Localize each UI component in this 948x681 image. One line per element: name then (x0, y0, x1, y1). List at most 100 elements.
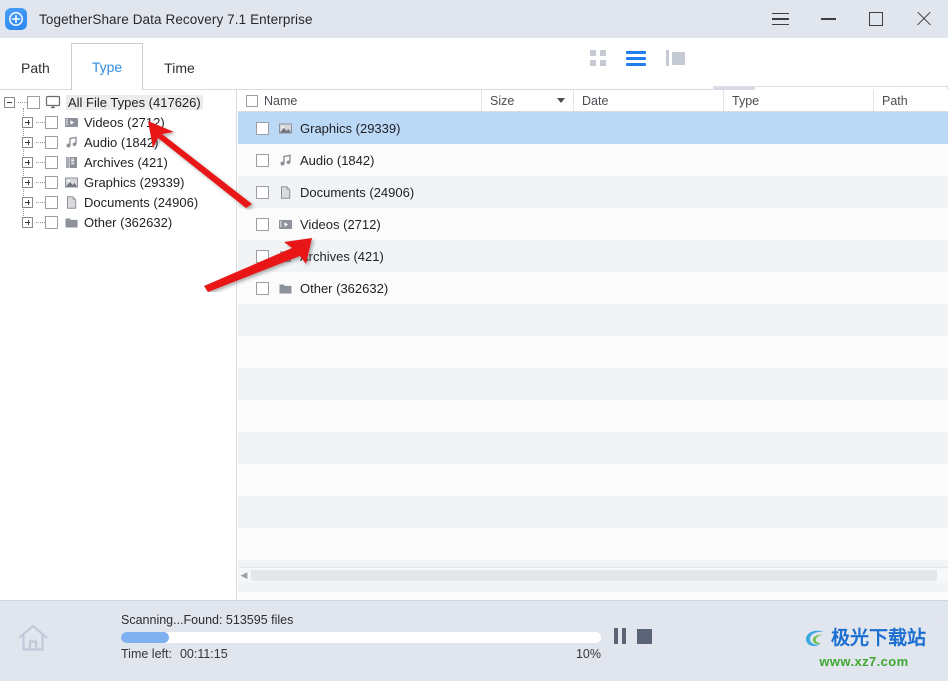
column-header-date[interactable]: Date (574, 90, 724, 111)
tree-connector (36, 181, 45, 183)
tree-connector (36, 221, 45, 223)
tree-checkbox[interactable] (45, 215, 58, 229)
watermark-url: www.xz7.com (819, 653, 909, 669)
tree-node-videos[interactable]: Videos (2712) (0, 112, 236, 132)
tree-node-label: Other (362632) (84, 214, 173, 230)
watermark-top: 极光下载站 (802, 626, 926, 652)
file-list-header: Name Size Date Type Path (238, 90, 948, 112)
tree-checkbox[interactable] (45, 115, 58, 129)
expand-toggle-icon[interactable] (22, 156, 33, 168)
tree-checkbox[interactable] (45, 135, 58, 149)
column-header-name[interactable]: Name (238, 90, 482, 111)
image-icon (63, 174, 79, 190)
column-header-size-label: Size (490, 93, 515, 108)
scroll-left-icon[interactable]: ◀ (238, 570, 250, 581)
document-icon (63, 194, 79, 210)
tree-connector (36, 121, 45, 123)
row-name-label: Audio (1842) (300, 152, 375, 168)
tab-type-label: Type (91, 59, 123, 75)
archive-icon (277, 248, 293, 264)
tree-node-label: Graphics (29339) (84, 174, 185, 190)
tree-checkbox[interactable] (45, 195, 58, 209)
row-checkbox[interactable] (256, 249, 269, 263)
column-header-date-label: Date (582, 93, 609, 108)
tab-type[interactable]: Type (70, 43, 144, 91)
column-header-type[interactable]: Type (724, 90, 874, 111)
table-row[interactable]: Archives (421) (238, 240, 948, 272)
expand-toggle-icon[interactable] (22, 136, 33, 148)
row-checkbox[interactable] (256, 185, 269, 199)
empty-row (238, 336, 948, 368)
tree-node-other[interactable]: Other (362632) (0, 212, 236, 232)
tab-time[interactable]: Time (143, 44, 216, 90)
empty-row (238, 528, 948, 560)
table-row[interactable]: Documents (24906) (238, 176, 948, 208)
row-checkbox[interactable] (256, 153, 269, 167)
table-row[interactable]: Graphics (29339) (238, 112, 948, 144)
expand-toggle-icon[interactable] (22, 216, 33, 228)
watermark-text: 极光下载站 (830, 627, 926, 649)
empty-row (238, 432, 948, 464)
home-icon[interactable] (16, 621, 50, 660)
horizontal-scrollbar[interactable]: ◀ (238, 567, 948, 582)
table-row[interactable]: Audio (1842) (238, 144, 948, 176)
tab-path[interactable]: Path (0, 44, 71, 90)
progress-percent-label: 10% (575, 647, 601, 661)
tab-group: Path Type Time (0, 38, 216, 91)
column-header-size[interactable]: Size (482, 90, 574, 111)
collapse-toggle-icon[interactable] (4, 96, 15, 108)
time-left: Time left: 00:11:15 (121, 647, 228, 661)
row-name-label: Videos (2712) (300, 216, 381, 232)
progress-meta: Time left: 00:11:15 10% (121, 647, 601, 661)
maximize-icon[interactable] (852, 0, 900, 38)
row-checkbox[interactable] (256, 281, 269, 295)
scrollbar-thumb[interactable] (251, 569, 937, 581)
tree-checkbox[interactable] (27, 95, 40, 109)
video-icon (63, 114, 79, 130)
tree-node-audio[interactable]: Audio (1842) (0, 132, 236, 152)
row-checkbox[interactable] (256, 217, 269, 231)
column-header-name-label: Name (264, 93, 298, 108)
tree-node-label: All File Types (417626) (66, 94, 203, 110)
empty-row (238, 400, 948, 432)
window-controls (756, 0, 948, 38)
file-list-panel: Name Size Date Type Path Graphics (29339… (238, 90, 948, 681)
sort-descending-icon (557, 98, 565, 103)
table-row[interactable]: Other (362632) (238, 272, 948, 304)
title-bar: TogetherShare Data Recovery 7.1 Enterpri… (0, 0, 948, 38)
tab-bar: Path Type Time (0, 38, 948, 118)
file-type-tree: All File Types (417626) Videos (2712) Au… (0, 90, 237, 600)
status-bar: Scanning...Found: 513595 files Time left… (0, 600, 948, 681)
tree-node-documents[interactable]: Documents (24906) (0, 192, 236, 212)
expand-toggle-icon[interactable] (22, 116, 33, 128)
tree-connector (36, 161, 45, 163)
tree-checkbox[interactable] (45, 175, 58, 189)
tree-node-all-file-types[interactable]: All File Types (417626) (0, 92, 236, 112)
preview-pane-icon[interactable] (666, 50, 685, 66)
select-all-checkbox[interactable] (246, 94, 258, 107)
menu-icon[interactable] (756, 0, 804, 38)
expand-toggle-icon[interactable] (22, 196, 33, 208)
video-icon (277, 216, 293, 232)
folder-icon (63, 214, 79, 230)
pause-icon[interactable] (614, 628, 626, 644)
grid-view-icon[interactable] (590, 50, 606, 66)
time-left-value: 00:11:15 (179, 647, 228, 661)
empty-row (238, 464, 948, 496)
column-header-path[interactable]: Path (874, 90, 948, 111)
expand-toggle-icon[interactable] (22, 176, 33, 188)
table-row[interactable]: Videos (2712) (238, 208, 948, 240)
minimize-icon[interactable] (804, 0, 852, 38)
tree-node-graphics[interactable]: Graphics (29339) (0, 172, 236, 192)
column-header-path-label: Path (882, 93, 908, 108)
empty-row (238, 304, 948, 336)
tree-node-archives[interactable]: Archives (421) (0, 152, 236, 172)
tree-checkbox[interactable] (45, 155, 58, 169)
view-mode-group (590, 50, 685, 66)
list-view-icon[interactable] (626, 50, 646, 66)
stop-icon[interactable] (637, 628, 652, 644)
row-checkbox[interactable] (256, 121, 269, 135)
close-icon[interactable] (900, 0, 948, 38)
empty-row (238, 368, 948, 400)
application-window: TogetherShare Data Recovery 7.1 Enterpri… (0, 0, 948, 681)
